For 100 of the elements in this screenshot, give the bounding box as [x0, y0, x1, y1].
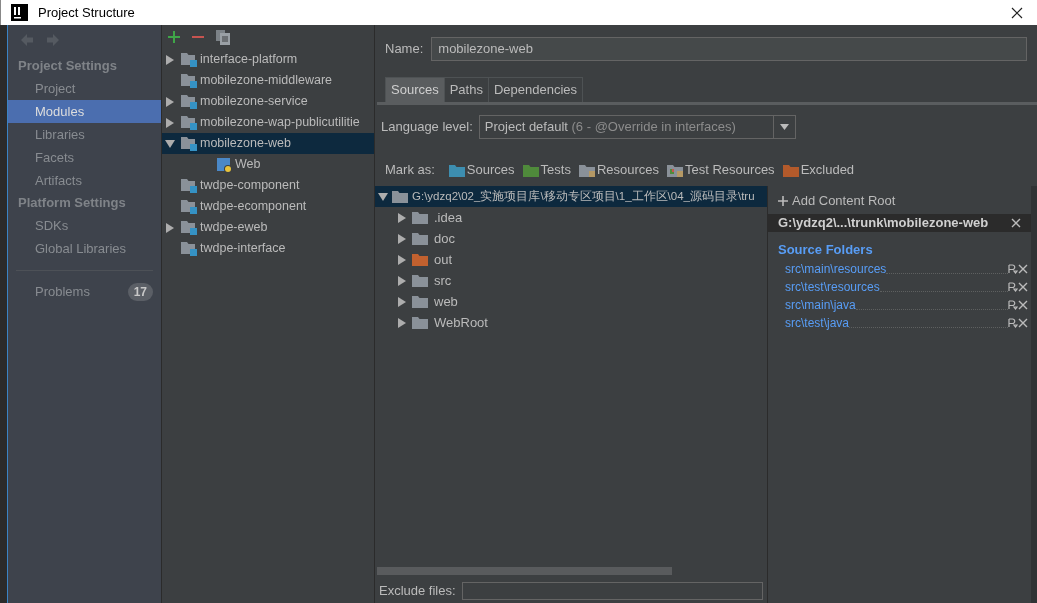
- package-prefix-icon[interactable]: [1008, 281, 1018, 292]
- expand-arrow-icon[interactable]: [397, 296, 406, 307]
- module-row[interactable]: interface-platform: [162, 49, 374, 70]
- add-content-root-button[interactable]: Add Content Root: [768, 190, 1031, 212]
- module-row[interactable]: mobilezone-service: [162, 91, 374, 112]
- dropdown-value: Project default (6 - @Override in interfaces): [484, 119, 736, 135]
- copy-icon[interactable]: [216, 29, 230, 45]
- source-folder-link[interactable]: src\test\java: [785, 313, 850, 332]
- section-title: Source Folders: [777, 241, 874, 259]
- tab[interactable]: Dependencies: [488, 77, 584, 102]
- module-name: mobilezone-service: [200, 93, 308, 111]
- expand-arrow-icon[interactable]: [165, 117, 174, 128]
- section-heading: Platform Settings: [17, 194, 127, 213]
- remove-icon[interactable]: [1018, 317, 1028, 328]
- module-name: Web: [235, 156, 261, 174]
- module-folder-icon: [181, 52, 197, 67]
- sidebar-item[interactable]: Global Libraries: [8, 237, 161, 260]
- sidebar-item[interactable]: Modules: [8, 100, 161, 123]
- remove-icon[interactable]: [1018, 263, 1028, 274]
- sidebar-item[interactable]: Artifacts: [8, 169, 161, 192]
- web-facet-icon: [217, 156, 232, 173]
- folder-name[interactable]: doc: [434, 228, 455, 249]
- source-folder-link[interactable]: src\main\resources: [785, 259, 887, 278]
- expand-arrow-icon[interactable]: [397, 254, 406, 265]
- folder-name[interactable]: web: [434, 291, 458, 312]
- mark-as-button[interactable]: Test Resources: [667, 160, 775, 180]
- section-heading: Project Settings: [17, 57, 118, 76]
- mark-as-button[interactable]: Tests: [522, 160, 571, 180]
- collapse-arrow-icon[interactable]: [378, 191, 388, 202]
- mark-as-button[interactable]: Excluded: [782, 160, 855, 180]
- exclude-files-field[interactable]: [461, 582, 763, 600]
- count-badge: 17: [127, 283, 153, 301]
- sidebar-item[interactable]: Libraries: [8, 123, 161, 146]
- close-icon[interactable]: [1011, 218, 1021, 228]
- name-field[interactable]: mobilezone-web: [431, 37, 1027, 61]
- module-name: mobilezone-middleware: [200, 72, 332, 90]
- module-folder-icon: [181, 94, 197, 109]
- expand-arrow-icon[interactable]: [397, 233, 406, 244]
- window-title: Project Structure: [38, 3, 135, 22]
- expand-arrow-icon[interactable]: [165, 222, 174, 233]
- mark-as-button[interactable]: Resources: [578, 160, 660, 180]
- package-prefix-icon[interactable]: [1008, 263, 1018, 274]
- problems-item[interactable]: Problems: [35, 282, 128, 302]
- source-folder-link[interactable]: src\main\java: [785, 295, 856, 314]
- module-folder-icon: [181, 241, 197, 256]
- module-name: mobilezone-web: [200, 135, 292, 153]
- module-row[interactable]: Web: [162, 154, 374, 175]
- module-name: mobilezone-wap-publicutilitie: [200, 114, 360, 132]
- mark-as-label: Mark as:: [385, 161, 435, 180]
- name-label: Name:: [385, 40, 424, 59]
- module-folder-icon: [181, 178, 197, 193]
- module-row[interactable]: mobilezone-middleware: [162, 70, 374, 91]
- folder-name[interactable]: src: [434, 270, 452, 291]
- folder-name[interactable]: .idea: [434, 207, 463, 228]
- package-prefix-icon[interactable]: [1008, 299, 1018, 310]
- tab[interactable]: Sources: [385, 77, 445, 102]
- module-row[interactable]: twdpe-eweb: [162, 217, 374, 238]
- module-folder-icon: [181, 73, 197, 88]
- expand-arrow-icon[interactable]: [397, 317, 406, 328]
- expand-arrow-icon[interactable]: [165, 54, 174, 65]
- selected-row[interactable]: mobilezone-web: [162, 133, 374, 154]
- mark-as-button[interactable]: Sources: [448, 160, 515, 180]
- module-name: twdpe-component: [200, 177, 300, 195]
- folder-name[interactable]: WebRoot: [434, 312, 488, 333]
- content-root-row[interactable]: G:\ydzq2\02_实施项目库\移动专区项目\1_工作区\04_源码目录\tru: [375, 186, 767, 207]
- folder-icon: [392, 190, 408, 203]
- dropdown-arrow-icon[interactable]: [779, 124, 789, 130]
- module-row[interactable]: mobilezone-wap-publicutilitie: [162, 112, 374, 133]
- expand-arrow-icon[interactable]: [397, 212, 406, 223]
- sidebar-item[interactable]: Project: [8, 77, 161, 100]
- add-icon: [778, 196, 788, 206]
- module-name: twdpe-eweb: [200, 219, 268, 237]
- module-name: twdpe-interface: [200, 240, 286, 258]
- module-name: twdpe-ecomponent: [200, 198, 307, 216]
- horizontal-scrollbar[interactable]: [377, 567, 672, 575]
- package-prefix-icon[interactable]: [1008, 317, 1018, 328]
- module-row[interactable]: twdpe-component: [162, 175, 374, 196]
- close-icon[interactable]: [1011, 6, 1023, 19]
- expand-arrow-icon[interactable]: [165, 96, 174, 107]
- module-folder-icon: [181, 136, 197, 151]
- folder-name[interactable]: out: [434, 249, 453, 270]
- module-folder-icon: [181, 199, 197, 214]
- exclude-files-label: Exclude files:: [379, 582, 456, 601]
- language-level-label: Language level:: [381, 118, 473, 137]
- module-folder-icon: [181, 220, 197, 235]
- app-icon: [11, 4, 28, 21]
- remove-icon[interactable]: [1018, 299, 1028, 310]
- language-level-dropdown[interactable]: Project default (6 - @Override in interfaces): [478, 115, 796, 139]
- content-root-path: G:\ydzq2\...\trunk\mobilezone-web: [778, 214, 990, 233]
- collapse-arrow-icon[interactable]: [165, 138, 175, 149]
- module-name: interface-platform: [200, 51, 298, 69]
- expand-arrow-icon[interactable]: [397, 275, 406, 286]
- module-row[interactable]: twdpe-ecomponent: [162, 196, 374, 217]
- module-row[interactable]: twdpe-interface: [162, 238, 374, 259]
- sidebar-item[interactable]: SDKs: [8, 214, 161, 237]
- source-folder-link[interactable]: src\test\resources: [785, 277, 880, 296]
- remove-icon[interactable]: [1018, 281, 1028, 292]
- add-icon[interactable]: [168, 31, 180, 43]
- sidebar-item[interactable]: Facets: [8, 146, 161, 169]
- tab[interactable]: Paths: [444, 77, 489, 102]
